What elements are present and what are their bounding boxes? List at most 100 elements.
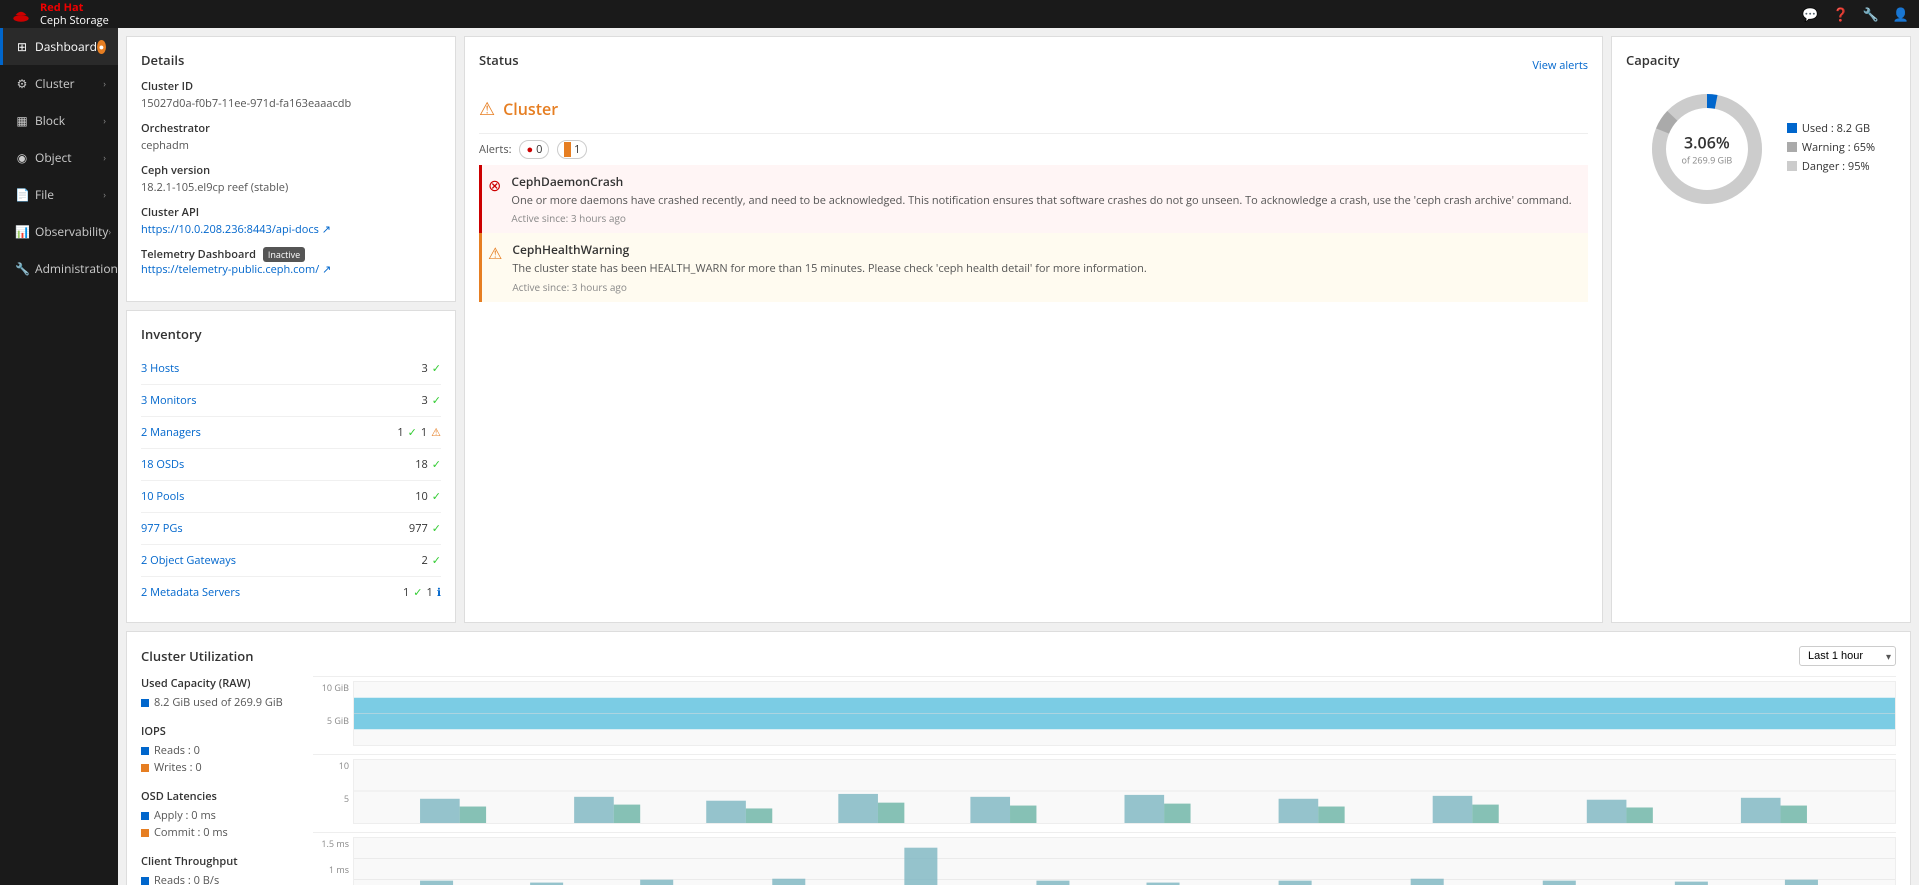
donut-chart: 3.06% of 269.9 GiB [1647, 89, 1767, 209]
page-content: Details Cluster ID 15027d0a-f0b7-11ee-97… [118, 28, 1919, 885]
cluster-id-value: 15027d0a-f0b7-11ee-971d-fa163eaaacdb [141, 96, 441, 111]
top-row: Details Cluster ID 15027d0a-f0b7-11ee-97… [126, 36, 1911, 623]
inventory-monitors: 3 Monitors 3 ✓ [141, 385, 441, 417]
alert-daemon-time: Active since: 3 hours ago [511, 211, 1571, 225]
status-panel: Status View alerts ⚠ Cluster Alerts: ● 0 [464, 36, 1603, 623]
cluster-id-label: Cluster ID [141, 79, 441, 94]
legend-warning-label: Warning : 65% [1802, 140, 1875, 155]
block-icon: ▦ [15, 112, 29, 129]
alert-warning-icon: ⚠ [488, 242, 502, 293]
used-color-swatch [1787, 123, 1797, 133]
warning-color-swatch [1787, 142, 1797, 152]
sidebar-item-block[interactable]: ▦ Block › [0, 102, 118, 139]
file-icon: 📄 [15, 186, 29, 203]
apply-dot [141, 812, 149, 820]
ceph-version-label: Ceph version [141, 163, 441, 178]
capacity-dot [141, 699, 149, 707]
capacity-raw-title: Used Capacity (RAW) [141, 676, 301, 691]
monitors-link[interactable]: 3 Monitors [141, 393, 196, 408]
capacity-content: 3.06% of 269.9 GiB Used : 8.2 GB [1626, 79, 1896, 219]
sidebar-label-administration: Administration [35, 260, 118, 277]
utilization-charts: 10 GiB 5 GiB [313, 676, 1896, 885]
inventory-panel: Inventory 3 Hosts 3 ✓ 3 Monitors 3 [126, 310, 456, 623]
pgs-link[interactable]: 977 PGs [141, 521, 183, 536]
alert-daemon-crash: ⊗ CephDaemonCrash One or more daemons ha… [479, 165, 1588, 233]
throughput-reads-metric: Reads : 0 B/s [141, 873, 301, 885]
y-axis-iops: 10 5 [313, 759, 353, 824]
user-icon[interactable]: 👤 [1893, 5, 1909, 23]
inventory-pools: 10 Pools 10 ✓ [141, 481, 441, 513]
monitors-status-icon: ✓ [432, 393, 441, 408]
chart-iops-area [353, 759, 1896, 824]
chart-capacity-area [353, 681, 1896, 746]
tools-icon[interactable]: 🔧 [1863, 5, 1879, 23]
utilization-panel: Cluster Utilization Last 1 hour Last 6 h… [126, 631, 1911, 885]
pools-count: 10 ✓ [415, 489, 441, 504]
capacity-panel: Capacity [1611, 36, 1911, 623]
metadata-servers-count: 1 ✓ 1 ℹ [403, 585, 441, 600]
sidebar-item-administration[interactable]: 🔧 Administration › [0, 250, 118, 287]
pools-link[interactable]: 10 Pools [141, 489, 184, 504]
sidebar-item-cluster[interactable]: ⚙ Cluster › [0, 65, 118, 102]
sidebar: ⊞ Dashboard ● ⚙ Cluster › ▦ Block › ◉ Ob… [0, 28, 118, 885]
legend-danger: Danger : 95% [1787, 159, 1875, 174]
donut-center: 3.06% of 269.9 GiB [1681, 132, 1732, 167]
telemetry-badge: Inactive [263, 247, 305, 262]
brand: Red Hat Ceph Storage [10, 1, 109, 27]
sidebar-label-block: Block [35, 112, 65, 129]
hosts-count: 3 ✓ [421, 361, 441, 376]
red-alert-badge: ● 0 [519, 140, 549, 159]
managers-status-green: ✓ [408, 425, 417, 440]
utilization-labels: Used Capacity (RAW) 8.2 GiB used of 269.… [141, 676, 301, 885]
cluster-api-link[interactable]: https://10.0.208.236:8443/api-docs ↗ [141, 222, 331, 237]
cluster-id-row: Cluster ID 15027d0a-f0b7-11ee-971d-fa163… [141, 79, 441, 111]
sidebar-label-object: Object [35, 149, 71, 166]
details-heading: Details [141, 51, 441, 69]
main-layout: ⊞ Dashboard ● ⚙ Cluster › ▦ Block › ◉ Ob… [0, 28, 1919, 885]
iops-chart-svg [354, 760, 1895, 823]
sidebar-item-file[interactable]: 📄 File › [0, 176, 118, 213]
chart-iops: 10 5 [313, 754, 1896, 828]
y-max-iops: 10 [313, 759, 349, 772]
pools-status-icon: ✓ [432, 489, 441, 504]
sidebar-item-object[interactable]: ◉ Object › [0, 139, 118, 176]
sidebar-item-dashboard[interactable]: ⊞ Dashboard ● [0, 28, 118, 65]
metadata-servers-link[interactable]: 2 Metadata Servers [141, 585, 240, 600]
content-area: Details Cluster ID 15027d0a-f0b7-11ee-97… [118, 28, 1919, 885]
view-alerts-link[interactable]: View alerts [1532, 58, 1588, 73]
time-select[interactable]: Last 1 hour Last 6 hours Last 12 hours L… [1799, 646, 1896, 666]
alert-health-time: Active since: 3 hours ago [512, 280, 1146, 294]
managers-link[interactable]: 2 Managers [141, 425, 201, 440]
left-column: Details Cluster ID 15027d0a-f0b7-11ee-97… [126, 36, 456, 623]
ceph-version-row: Ceph version 18.2.1-105.el9cp reef (stab… [141, 163, 441, 195]
osds-link[interactable]: 18 OSDs [141, 457, 184, 472]
orchestrator-row: Orchestrator cephadm [141, 121, 441, 153]
status-header: Status View alerts [479, 51, 1588, 79]
apply-metric: Apply : 0 ms [141, 808, 301, 823]
orchestrator-label: Orchestrator [141, 121, 441, 136]
apply-label: Apply : 0 ms [154, 808, 216, 823]
help-icon[interactable]: ❓ [1832, 5, 1848, 23]
legend-used-label: Used : 8.2 GB [1802, 121, 1870, 136]
capacity-metric-label: 8.2 GiB used of 269.9 GiB [154, 695, 283, 710]
y-axis-capacity: 10 GiB 5 GiB [313, 681, 353, 746]
administration-icon: 🔧 [15, 260, 29, 277]
dashboard-icon: ⊞ [15, 38, 29, 55]
telemetry-link[interactable]: https://telemetry-public.ceph.com/ ↗ [141, 262, 331, 277]
managers-status-orange: ⚠ [431, 425, 441, 440]
alert-health-desc: The cluster state has been HEALTH_WARN f… [512, 261, 1146, 276]
y-mid-latency: 1 ms [313, 863, 349, 876]
time-select-wrapper[interactable]: Last 1 hour Last 6 hours Last 12 hours L… [1799, 646, 1896, 666]
alert-danger-icon: ⊗ [488, 174, 501, 225]
inventory-pgs: 977 PGs 977 ✓ [141, 513, 441, 545]
sidebar-label-dashboard: Dashboard [35, 38, 97, 55]
throughput-reads-dot [141, 877, 149, 885]
capacity-legend: Used : 8.2 GB Warning : 65% Danger : 95% [1787, 121, 1875, 178]
metadata-green-icon: ✓ [413, 585, 422, 600]
alerts-label: Alerts: [479, 142, 511, 157]
hosts-link[interactable]: 3 Hosts [141, 361, 179, 376]
object-gateways-link[interactable]: 2 Object Gateways [141, 553, 236, 568]
chat-icon[interactable]: 💬 [1802, 5, 1818, 23]
latency-chart-svg [354, 838, 1895, 885]
sidebar-item-observability[interactable]: 📊 Observability › [0, 213, 118, 250]
